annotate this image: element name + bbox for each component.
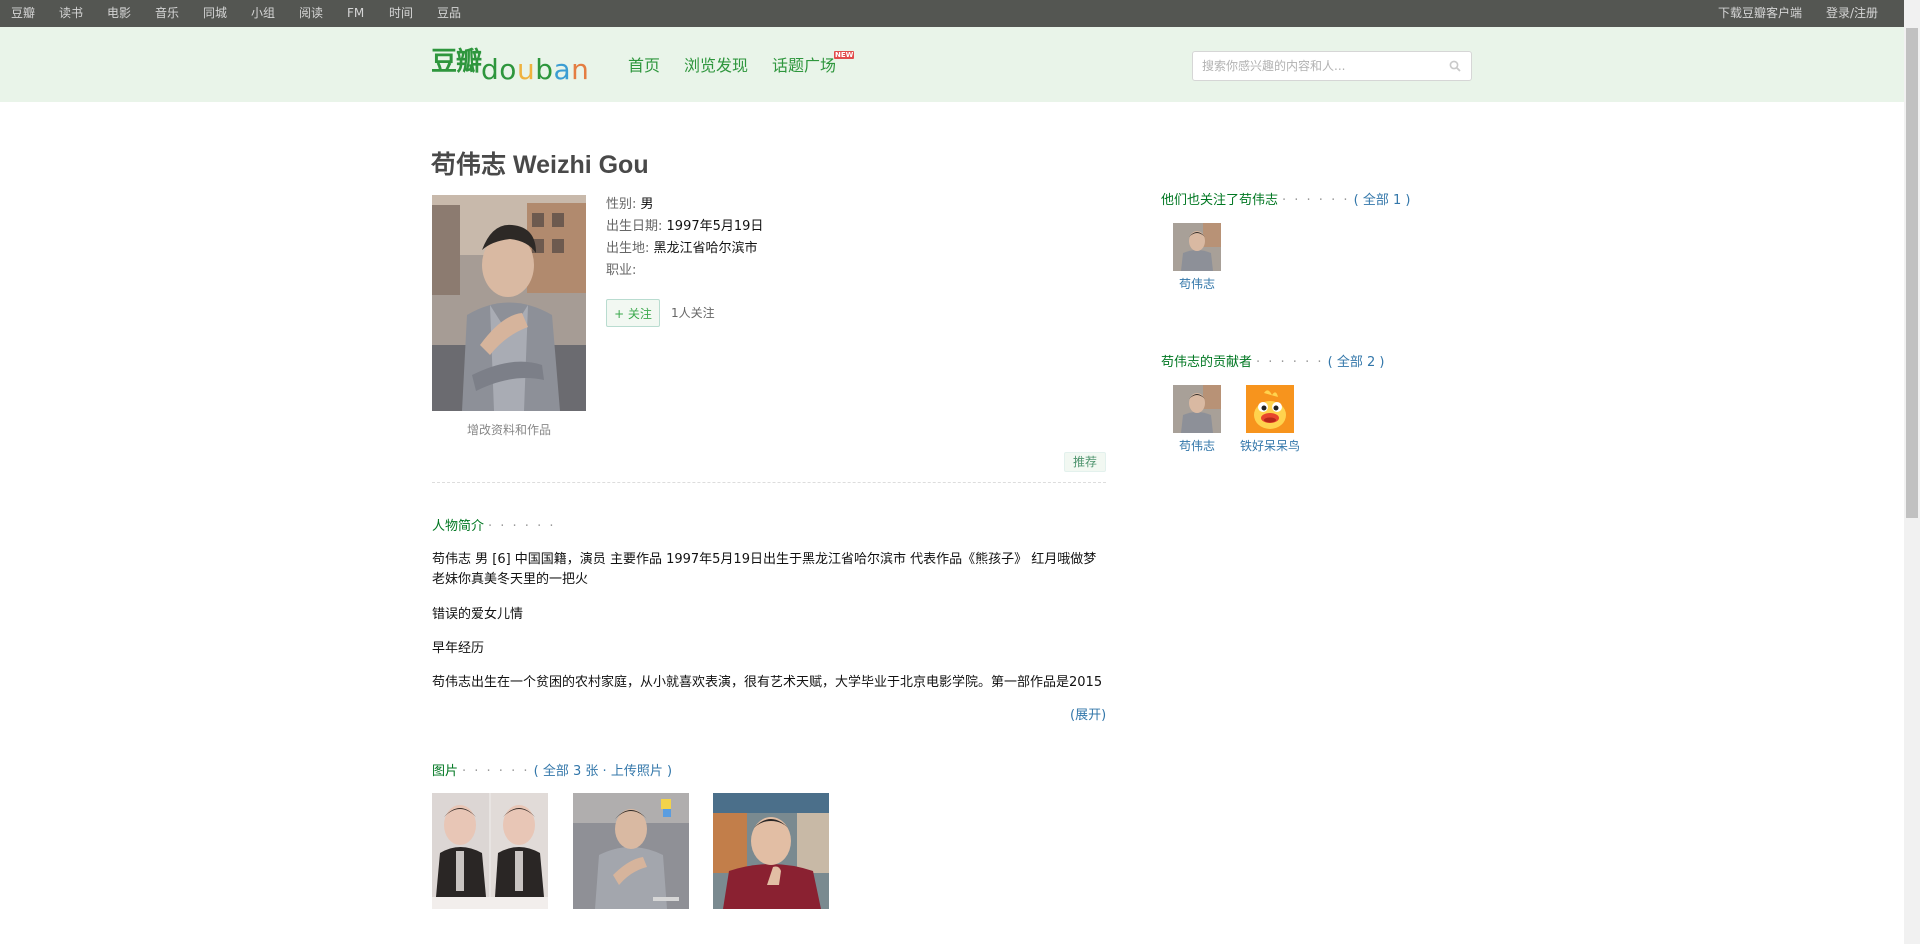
avatar-image — [1173, 223, 1221, 271]
info-birthdate-label: 出生日期: — [606, 219, 663, 234]
avatar[interactable] — [1173, 223, 1221, 271]
bio-paragraph-4: 苟伟志出生在一个贫困的农村家庭，从小就喜欢表演，很有艺术天赋，大学毕业于北京电影… — [432, 675, 1103, 690]
contributors-title-text: 苟伟志的贡献者 — [1161, 355, 1253, 370]
search-icon[interactable] — [1449, 60, 1461, 72]
photos-section-title: 图片 · · · · · · ( 全部 3 张 · 上传照片 ) — [432, 764, 673, 779]
info-birthdate-value: 1997年5月19日 — [666, 219, 764, 234]
contributors-dots: · · · · · · — [1256, 355, 1324, 370]
bio-title-text: 人物简介 — [432, 519, 485, 534]
global-nav-group[interactable]: 小组 — [251, 6, 275, 21]
login-register-link[interactable]: 登录/注册 — [1826, 6, 1878, 21]
also-follow-title: 他们也关注了苟伟志 · · · · · · ( 全部 1 ) — [1161, 193, 1411, 208]
global-nav-fm[interactable]: FM — [347, 6, 364, 21]
nav-topics[interactable]: 话题广场 — [772, 56, 836, 76]
also-follow-person-name[interactable]: 苟伟志 — [1165, 276, 1229, 292]
also-follow-dots: · · · · · · — [1282, 193, 1350, 208]
global-nav-movie[interactable]: 电影 — [107, 6, 131, 21]
info-gender: 性别: 男 — [606, 196, 654, 214]
portrait-image — [432, 195, 586, 411]
logo-en-text: douban — [481, 53, 590, 86]
global-nav-douban[interactable]: 豆瓣 — [11, 6, 35, 21]
nav-explore[interactable]: 浏览发现 — [684, 56, 748, 76]
page-title: 苟伟志 Weizhi Gou — [431, 151, 649, 179]
photo-thumbnail-1[interactable] — [432, 793, 548, 909]
photo-image-3 — [713, 793, 829, 909]
duck-avatar-image — [1246, 385, 1294, 433]
new-badge: NEW — [834, 51, 855, 59]
avatar-image — [1173, 385, 1221, 433]
follow-button[interactable]: + 关注 — [606, 299, 660, 327]
bio-expand-link[interactable]: (展开) — [1070, 706, 1106, 726]
photos-title-text: 图片 — [432, 764, 459, 779]
also-follow-title-text: 他们也关注了苟伟志 — [1161, 193, 1279, 208]
page-scrollbar-thumb[interactable] — [1906, 28, 1918, 518]
bio-paragraph-1: 苟伟志 男 [6] 中国国籍，演员 主要作品 1997年5月19日出生于黑龙江省… — [432, 552, 1097, 587]
recommend-button[interactable]: 推荐 — [1064, 452, 1106, 472]
bio-section-title: 人物简介 · · · · · · — [432, 518, 555, 536]
logo-cn-text: 豆瓣 — [431, 47, 482, 77]
nav-home[interactable]: 首页 — [628, 56, 660, 76]
bio-paragraph-3: 早年经历 — [432, 641, 485, 656]
photos-title-dots: · · · · · · — [462, 764, 530, 779]
contributors-title: 苟伟志的贡献者 · · · · · · ( 全部 2 ) — [1161, 355, 1385, 370]
global-nav-location[interactable]: 同城 — [203, 6, 227, 21]
douban-logo[interactable]: 豆瓣douban — [431, 46, 589, 86]
photo-image-2 — [573, 793, 689, 909]
global-nav-time[interactable]: 时间 — [389, 6, 413, 21]
photo-thumbnail-3[interactable] — [713, 793, 829, 909]
photo-image-1 — [432, 793, 548, 909]
search-box — [1192, 51, 1472, 81]
edit-info-link[interactable]: 增改资料和作品 — [432, 422, 586, 438]
search-input[interactable] — [1193, 52, 1442, 80]
download-app-link[interactable]: 下载豆瓣客户端 — [1718, 6, 1802, 21]
bio-paragraph-2: 错误的爱女儿情 — [432, 607, 524, 622]
global-nav-market[interactable]: 豆品 — [437, 6, 461, 21]
info-occupation-label: 职业: — [606, 263, 637, 278]
global-nav: 豆瓣 读书 电影 音乐 同城 小组 阅读 FM 时间 豆品 下载豆瓣客户端 登录… — [0, 0, 1904, 27]
contributor-name-1[interactable]: 苟伟志 — [1165, 438, 1229, 454]
contributors-all-link[interactable]: 全部 2 — [1337, 355, 1375, 370]
info-gender-value: 男 — [640, 197, 654, 212]
global-nav-music[interactable]: 音乐 — [155, 6, 179, 21]
info-occupation: 职业: — [606, 262, 636, 280]
photo-thumbnail-2[interactable] — [573, 793, 689, 909]
bio-title-dots: · · · · · · — [488, 519, 556, 534]
upload-photo-link[interactable]: 上传照片 — [611, 764, 663, 779]
global-nav-read[interactable]: 阅读 — [299, 6, 323, 21]
info-gender-label: 性别: — [606, 197, 637, 212]
photos-all-link[interactable]: 全部 3 张 — [543, 764, 599, 779]
section-divider — [432, 482, 1106, 483]
site-header: 豆瓣douban 首页 浏览发现 话题广场 NEW — [0, 27, 1904, 102]
follower-count: 1人关注 — [671, 306, 715, 320]
info-birthdate: 出生日期: 1997年5月19日 — [606, 218, 763, 236]
avatar[interactable] — [1173, 385, 1221, 433]
celebrity-portrait[interactable] — [432, 195, 586, 411]
info-birthplace: 出生地: 黑龙江省哈尔滨市 — [606, 240, 758, 258]
info-birthplace-label: 出生地: — [606, 241, 650, 256]
also-follow-all-link[interactable]: 全部 1 — [1363, 193, 1401, 208]
global-nav-book[interactable]: 读书 — [59, 6, 83, 21]
info-birthplace-value: 黑龙江省哈尔滨市 — [653, 241, 758, 256]
contributor-name-2[interactable]: 铁好呆呆鸟 — [1232, 438, 1308, 454]
avatar[interactable] — [1246, 385, 1294, 433]
